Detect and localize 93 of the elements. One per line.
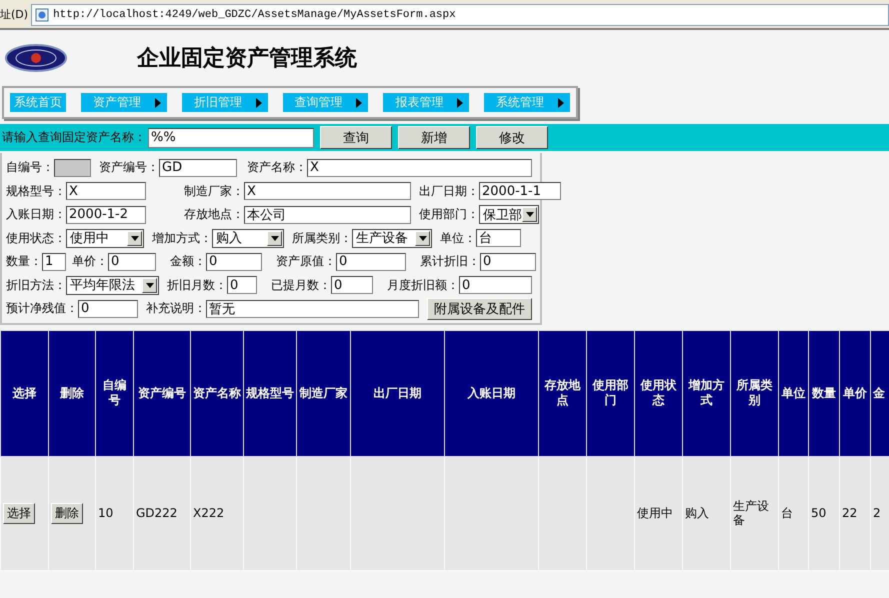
table-cell: 50: [811, 506, 826, 520]
field-label: 预计净残值：: [6, 300, 78, 318]
field-label: 单位：: [440, 230, 476, 247]
input-field[interactable]: X: [244, 182, 411, 200]
column-header: 资产编号: [138, 386, 186, 400]
column-header: 资产名称: [193, 386, 241, 400]
table-cell: 生产设备: [733, 499, 769, 527]
search-label: 请输入查询固定资产名称：: [2, 129, 146, 146]
column-header: 增加方式: [688, 378, 724, 407]
column-header: 入账日期: [468, 386, 516, 400]
input-field[interactable]: 0: [78, 300, 138, 318]
field-label: 入账日期：: [6, 206, 66, 224]
table-cell: 10: [98, 506, 114, 520]
field-label: 出厂日期：: [419, 182, 479, 200]
column-header: 所属类别: [736, 378, 772, 407]
system-title: 企业固定资产管理系统: [137, 44, 357, 72]
column-header: 存放地点: [544, 378, 580, 407]
field-label: 折旧月数：: [167, 276, 227, 294]
input-field[interactable]: X: [307, 158, 532, 177]
table-cell: 使用中: [637, 506, 673, 520]
address-label: 址(D): [0, 7, 30, 23]
column-header: 使用状态: [640, 378, 676, 407]
search-field[interactable]: %%: [148, 128, 314, 148]
field-label: 使用状态：: [6, 230, 66, 247]
field-label: 折旧方法：: [6, 276, 66, 294]
address-bar[interactable]: http://localhost:4249/web_GDZC/AssetsManage/MyAssetsForm.aspx: [31, 4, 889, 26]
dropdown-arrow-icon: [146, 282, 154, 288]
dropdown[interactable]: 保卫部: [479, 205, 539, 224]
field-label: 单价：: [72, 253, 108, 270]
column-header: 规格型号: [246, 386, 294, 400]
input-field[interactable]: 0: [459, 276, 532, 294]
dropdown[interactable]: 使用中: [66, 228, 144, 248]
dropdown-arrow-icon: [526, 212, 534, 218]
dropdown[interactable]: 购入: [212, 228, 284, 248]
table-cell: 22: [842, 506, 858, 520]
dropdown-arrow-icon: [270, 236, 278, 241]
field-label: 补充说明：: [146, 300, 206, 318]
field-label: 月度折旧额：: [387, 276, 459, 294]
input-field[interactable]: 0: [227, 276, 257, 294]
field-label: 所属类别：: [292, 230, 352, 247]
field-label: 规格型号：: [6, 182, 66, 200]
input-field[interactable]: 0: [206, 252, 262, 271]
dropdown-arrow-icon: [130, 236, 138, 241]
field-label: 已提月数：: [271, 276, 331, 294]
column-header: 自编号: [102, 378, 126, 407]
field-label: 数量：: [6, 253, 42, 270]
column-header: 单价: [843, 386, 867, 400]
input-field[interactable]: 0: [336, 252, 406, 271]
accessories-button[interactable]: 附属设备及配件: [427, 298, 532, 320]
field-label: 自编号：: [6, 159, 54, 176]
field-label: 资产名称：: [247, 159, 307, 176]
field-label: 资产编号：: [99, 159, 159, 176]
action-button[interactable]: 新增: [398, 126, 470, 149]
field-label: 存放地点：: [184, 206, 244, 224]
action-button[interactable]: 修改: [476, 126, 548, 149]
dropdown[interactable]: 平均年限法: [66, 276, 159, 295]
input-field[interactable]: X: [66, 182, 146, 200]
row-button[interactable]: 选择: [3, 502, 35, 524]
page-icon: [35, 8, 50, 22]
input-field[interactable]: 2000-1-2: [66, 206, 146, 224]
action-button[interactable]: 查询: [320, 126, 392, 149]
column-header: 出厂日期: [374, 386, 422, 400]
column-header: 删除: [60, 386, 84, 400]
input-field[interactable]: 本公司: [244, 206, 411, 224]
column-header: 制造厂家: [300, 386, 348, 400]
input-field[interactable]: 2000-1-1: [479, 182, 561, 200]
input-field[interactable]: GD: [159, 158, 237, 177]
table-cell: GD222: [136, 506, 178, 520]
column-header: 数量: [812, 386, 836, 400]
dropdown[interactable]: 生产设备: [352, 228, 432, 248]
input-field[interactable]: 0: [331, 276, 373, 294]
column-header: 选择: [12, 386, 36, 400]
column-header: 使用部门: [592, 378, 628, 407]
column-header: 单位: [782, 386, 806, 400]
input-field[interactable]: 1: [42, 252, 66, 271]
field-label: 资产原值：: [276, 253, 336, 270]
field-label: 使用部门：: [419, 206, 479, 224]
table-cell: 台: [781, 506, 793, 520]
input-field[interactable]: 0: [480, 252, 536, 271]
input-field[interactable]: 台: [476, 229, 521, 248]
dropdown-arrow-icon: [418, 236, 426, 241]
column-header: 金: [873, 386, 885, 400]
field-label: 累计折旧：: [420, 253, 480, 270]
input-field[interactable]: 0: [108, 252, 156, 271]
field-label: 制造厂家：: [184, 182, 244, 200]
table-cell: 购入: [685, 506, 709, 520]
field-label: 金额：: [170, 253, 206, 270]
field-label: 增加方式：: [152, 230, 212, 247]
table-cell: 2: [873, 506, 881, 520]
logo-icon: [5, 43, 67, 73]
input-field[interactable]: 暂无: [206, 300, 419, 318]
table-cell: X222: [193, 506, 224, 520]
row-button[interactable]: 删除: [51, 502, 83, 524]
